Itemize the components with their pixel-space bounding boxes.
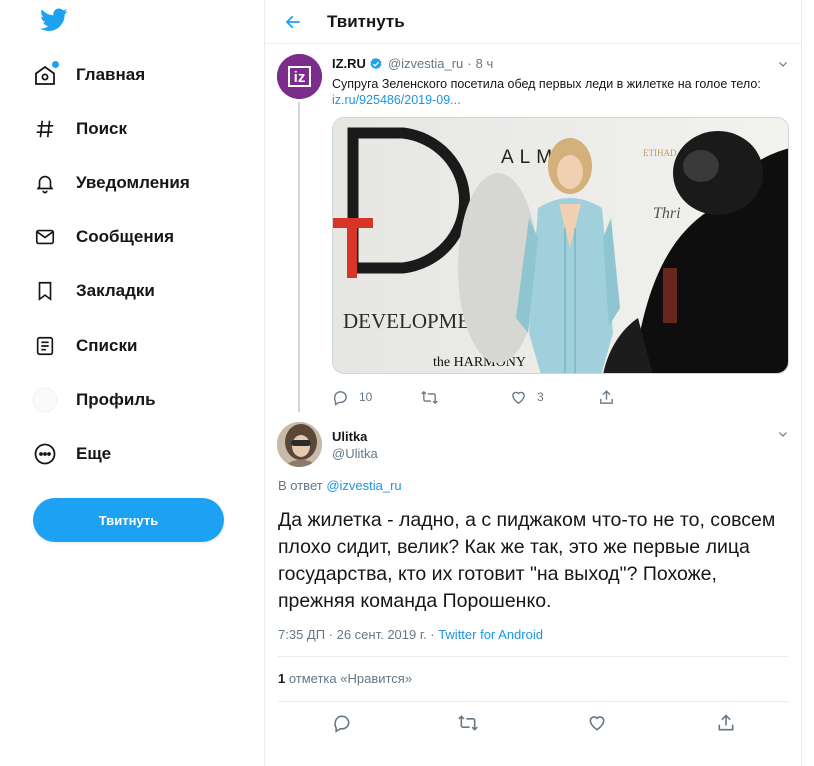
nav-label-profile: Профиль [76,390,156,409]
nav-item-bookmarks[interactable]: Закладки [32,269,155,313]
tweet1-share-button[interactable] [598,389,625,406]
nav-label-more: Еще [76,444,112,463]
nav-label-messages: Сообщения [76,227,174,246]
back-arrow-icon[interactable] [281,10,305,34]
nav-item-profile[interactable]: Профиль [32,378,156,422]
envelope-icon [32,224,58,250]
tweet2-like-button[interactable] [586,712,608,734]
bookmark-icon [32,278,58,304]
twitter-logo-icon[interactable] [40,8,68,34]
heart-icon [512,391,525,404]
tweet1-header: IZ.RU @izvestia_ru · 8 ч [332,56,493,71]
nav-item-lists[interactable]: Списки [32,324,137,368]
divider [278,701,788,702]
tweet1-photo[interactable]: DEVELOPMENT ALMA ETIHAD the HARMONY Thri [332,117,789,374]
svg-text:Thri: Thri [653,205,681,222]
tweet1-author-name[interactable]: IZ.RU [332,56,366,71]
tweet1-time[interactable]: 8 ч [476,56,494,71]
tweet1-handle[interactable]: @izvestia_ru [388,56,463,71]
main-column: Твитнуть iz IZ.RU @izvestia_ru · 8 ч Суп… [264,0,802,766]
nav-label-bookmarks: Закладки [76,281,155,300]
thread-line [298,102,300,412]
photo-sign-etihad: ETIHAD [643,148,677,158]
reply-to-line: В ответ @izvestia_ru [278,478,402,493]
tweet2-likes-label: отметка «Нравится» [285,671,413,686]
nav-item-notifications[interactable]: Уведомления [32,161,190,205]
retweet-icon [421,390,438,404]
page-title: Твитнуть [327,12,405,31]
tweet2-source[interactable]: Twitter for Android [438,627,543,642]
tweet1-reply-count: 10 [359,390,373,404]
tweet2-meta: 7:35 ДП · 26 сент. 2019 г. · Twitter for… [278,627,543,642]
retweet-icon [458,715,478,731]
nav-label-home: Главная [76,65,146,84]
tweet1-retweet-button[interactable] [420,389,510,406]
tweet1-text-block: Супруга Зеленского посетила обед первых … [332,76,792,108]
tweet1-reply-button[interactable]: 10 [332,389,420,406]
divider [278,656,788,657]
reply-icon [333,390,347,406]
tweet1-like-count: 3 [537,390,544,404]
nav-item-home[interactable]: Главная [32,53,145,97]
more-icon [32,441,58,467]
profile-icon [32,387,58,413]
reply-to-prefix: В ответ [278,478,323,493]
verified-badge-icon [369,57,383,71]
tweet1-text: Супруга Зеленского посетила обед первых … [332,77,761,91]
reply-icon [334,715,350,733]
tweet2-handle[interactable]: @Ulitka [332,446,378,461]
page-header: Твитнуть [265,0,801,44]
izru-avatar[interactable]: iz [277,54,322,99]
tweet1-like-button[interactable]: 3 [510,389,598,406]
sidebar-nav: Главная Поиск Уведомления Сообщения Закл… [0,0,264,766]
notification-dot [52,61,59,68]
nav-item-more[interactable]: Еще [32,432,111,476]
tweet2-timestamp[interactable]: 7:35 ДП · 26 сент. 2019 г. · [278,627,438,642]
izru-avatar-text: iz [294,69,306,86]
tweet2-share-button[interactable] [715,712,737,734]
tweet1-menu-chevron-down-icon[interactable] [775,56,791,72]
tweet1-link[interactable]: iz.ru/925486/2019-09... [332,92,792,108]
tweet1-separator: · [467,56,472,71]
home-icon [32,61,59,88]
share-icon [600,389,613,404]
tweet2-author-name[interactable]: Ulitka [332,429,367,444]
nav-item-search[interactable]: Поиск [32,107,127,151]
tweet2-reply-button[interactable] [331,712,353,734]
reply-to-handle[interactable]: @izvestia_ru [326,478,401,493]
hashtag-icon [32,116,58,142]
list-icon [32,333,58,359]
ulitka-avatar[interactable] [277,422,322,467]
heart-icon [589,716,605,731]
nav-label-notifications: Уведомления [76,173,190,192]
nav-label-search: Поиск [76,119,128,138]
tweet2-likes-summary[interactable]: 1 отметка «Нравится» [278,671,412,686]
nav-label-lists: Списки [76,336,138,355]
tweet2-menu-chevron-down-icon[interactable] [775,426,791,442]
tweet2-retweet-button[interactable] [457,712,479,734]
tweet1-actions: 10 3 [332,388,625,406]
compose-tweet-button[interactable]: Твитнуть [33,498,224,542]
tweet2-text: Да жилетка - ладно, а с пиджаком что-то … [278,509,776,612]
nav-item-messages[interactable]: Сообщения [32,215,174,259]
share-icon [718,714,734,731]
photo-sign-harmony: the HARMONY [433,355,526,370]
bell-icon [32,170,58,196]
